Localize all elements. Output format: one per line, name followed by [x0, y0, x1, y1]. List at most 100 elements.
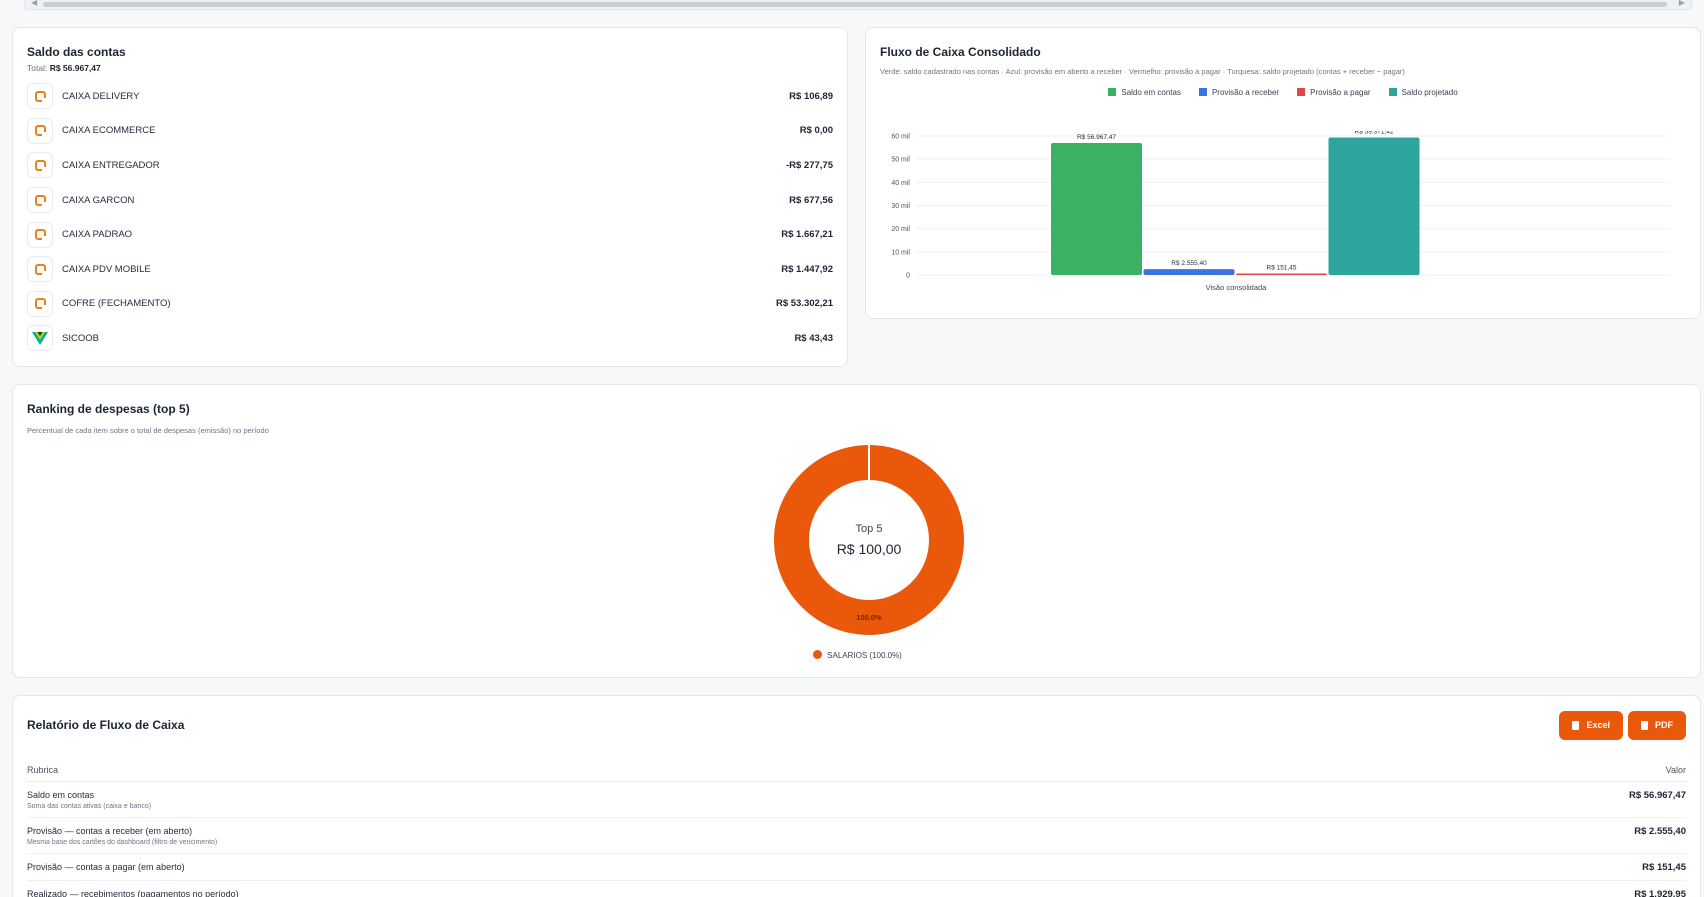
bar-data-label: R$ 56.967,47: [1077, 134, 1116, 141]
bar-provis-o-a-receber[interactable]: [1143, 269, 1235, 275]
cash-flow-report-card: Relatório de Fluxo de Caixa Excel PDF Ru…: [12, 695, 1701, 897]
account-name: CAIXA ENTREGADOR: [62, 159, 160, 171]
legend-item[interactable]: Saldo projetado: [1388, 88, 1458, 97]
scroll-right-icon[interactable]: ▶: [1679, 0, 1685, 7]
column-header-rubrica: Rubrica: [27, 765, 59, 775]
y-tick-label: 20 mil: [891, 226, 910, 233]
column-header-valor: Valor: [1665, 765, 1686, 775]
table-row: Realizado — recebimentos (pagamentos no …: [27, 881, 1686, 897]
bar-data-label: R$ 2.555,40: [1171, 260, 1207, 267]
cash-register-icon: [27, 221, 53, 248]
account-value: R$ 106,89: [789, 90, 833, 102]
accounts-title: Saldo das contas: [27, 45, 126, 59]
x-category-label: Visão consolidada: [1206, 283, 1268, 292]
account-row: CAIXA ECOMMERCE R$ 0,00: [27, 114, 833, 149]
account-value: R$ 1.667,21: [781, 229, 833, 241]
y-tick-label: 0: [906, 273, 910, 280]
row-sublabel: Mesma base dos cartões do dashboard (fil…: [27, 839, 218, 846]
bar-provis-o-a-pagar[interactable]: [1236, 273, 1327, 276]
account-name: CAIXA PADRAO: [62, 229, 133, 241]
accounts-balance-card: Saldo das contas Total: R$ 56.967,47 CAI…: [12, 27, 848, 367]
account-value: R$ 677,56: [789, 194, 833, 206]
bar-saldo-projetado[interactable]: [1328, 137, 1420, 275]
legend-label: Provisão a receber: [1211, 88, 1280, 97]
accounts-list: CAIXA DELIVERY R$ 106,89 CAIXA ECOMMERCE…: [27, 79, 833, 356]
legend-dot: [813, 650, 823, 659]
bar-saldo-em-contas[interactable]: [1051, 143, 1142, 275]
donut-center: Top 5 R$ 100,00: [774, 445, 964, 635]
cash-flow-chart-card: Fluxo de Caixa Consolidado Verde: saldo …: [865, 27, 1701, 319]
legend-item[interactable]: Provisão a pagar: [1297, 88, 1371, 97]
account-row: CAIXA PADRAO R$ 1.667,21: [27, 217, 833, 252]
legend-swatch: [1388, 88, 1397, 96]
row-label: Realizado — recebimentos (pagamentos no …: [27, 889, 239, 897]
account-row: CAIXA DELIVERY R$ 106,89: [27, 79, 833, 114]
report-title: Relatório de Fluxo de Caixa: [27, 718, 185, 732]
expense-ranking-card: Ranking de despesas (top 5) Percentual d…: [12, 384, 1701, 678]
account-name: CAIXA PDV MOBILE: [62, 263, 151, 275]
legend-swatch: [1108, 88, 1117, 96]
cash-register-icon: [27, 117, 53, 144]
sicoob-logo-icon: [27, 325, 53, 352]
chart-legend: Saldo em contas Provisão a receber Provi…: [880, 88, 1686, 97]
donut-legend: SALARIOS (100.0%): [13, 650, 1702, 660]
row-value: R$ 151,45: [1642, 862, 1686, 873]
cash-register-icon: [27, 290, 53, 317]
account-name: CAIXA DELIVERY: [62, 90, 140, 102]
ranking-subtitle: Percentual de cada item sobre o total de…: [27, 426, 269, 435]
row-value: R$ 2.555,40: [1634, 826, 1686, 837]
y-tick-label: 40 mil: [891, 180, 910, 187]
account-row: CAIXA GARCON R$ 677,56: [27, 183, 833, 218]
export-pdf-button[interactable]: PDF: [1628, 710, 1686, 740]
account-row: COFRE (FECHAMENTO) R$ 53.302,21: [27, 287, 833, 322]
donut-center-label: Top 5: [855, 523, 883, 535]
pdf-label: PDF: [1655, 720, 1673, 730]
legend-swatch: [1198, 88, 1207, 96]
cash-register-icon: [27, 187, 53, 214]
y-tick-label: 50 mil: [891, 157, 910, 164]
row-label: Saldo em contas: [27, 790, 95, 800]
account-value: R$ 53.302,21: [775, 298, 833, 310]
row-value: R$ 1.929,95: [1634, 889, 1686, 897]
flux-title: Fluxo de Caixa Consolidado: [880, 45, 1041, 59]
account-name: COFRE (FECHAMENTO): [62, 298, 171, 310]
bar-data-label: R$ 151,45: [1267, 265, 1297, 272]
account-row: CAIXA PDV MOBILE R$ 1.447,92: [27, 252, 833, 287]
cash-register-icon: [27, 256, 53, 283]
report-table-header: Rubrica Valor: [27, 758, 1686, 782]
donut-legend-label[interactable]: SALARIOS (100.0%): [827, 651, 902, 660]
file-icon: [1641, 720, 1648, 730]
flux-subtitle: Verde: saldo cadastrado nas contas · Azu…: [880, 67, 1405, 76]
legend-label: Provisão a pagar: [1310, 88, 1371, 97]
row-label: Provisão — contas a receber (em aberto): [27, 826, 193, 836]
scroll-left-icon[interactable]: ◀: [31, 0, 37, 7]
legend-label: Saldo projetado: [1401, 88, 1458, 97]
row-sublabel: Soma das contas ativas (caixa e banco): [27, 803, 152, 810]
table-row: Provisão — contas a receber (em aberto) M…: [27, 818, 1686, 854]
accounts-total-label: Total:: [27, 63, 48, 73]
report-header: Relatório de Fluxo de Caixa Excel PDF: [27, 696, 1686, 754]
account-value: -R$ 277,75: [785, 159, 833, 171]
cash-register-icon: [27, 152, 53, 179]
account-name: CAIXA GARCON: [62, 194, 135, 206]
table-row: Provisão — contas a pagar (em aberto) R$…: [27, 854, 1686, 881]
table-row: Saldo em contas Soma das contas ativas (c…: [27, 782, 1686, 818]
account-name: CAIXA ECOMMERCE: [62, 125, 156, 137]
donut-slice-label: 100.0%: [856, 613, 882, 622]
export-excel-button[interactable]: Excel: [1559, 710, 1623, 740]
y-tick-label: 10 mil: [891, 249, 910, 256]
cash-flow-bar-chart: 0 10 mil 20 mil 30 mil 40 mil 50 mil 60 mil R$ …: [891, 131, 1670, 292]
scrollbar-thumb[interactable]: [43, 2, 1667, 7]
row-label: Provisão — contas a pagar (em aberto): [27, 862, 185, 872]
account-row: CAIXA ENTREGADOR -R$ 277,75: [27, 148, 833, 183]
legend-item[interactable]: Saldo em contas: [1108, 88, 1181, 97]
accounts-total-value: R$ 56.967,47: [49, 63, 101, 73]
expense-donut-chart[interactable]: Top 5 R$ 100,00 100.0%: [774, 445, 964, 635]
horizontal-scrollbar[interactable]: ◀ ▶: [24, 0, 1692, 10]
file-icon: [1572, 720, 1580, 730]
y-tick-label: 60 mil: [891, 134, 910, 141]
ranking-title: Ranking de despesas (top 5): [27, 402, 190, 416]
legend-item[interactable]: Provisão a receber: [1198, 88, 1280, 97]
account-value: R$ 1.447,92: [781, 263, 833, 275]
accounts-total: Total: R$ 56.967,47: [27, 63, 833, 73]
